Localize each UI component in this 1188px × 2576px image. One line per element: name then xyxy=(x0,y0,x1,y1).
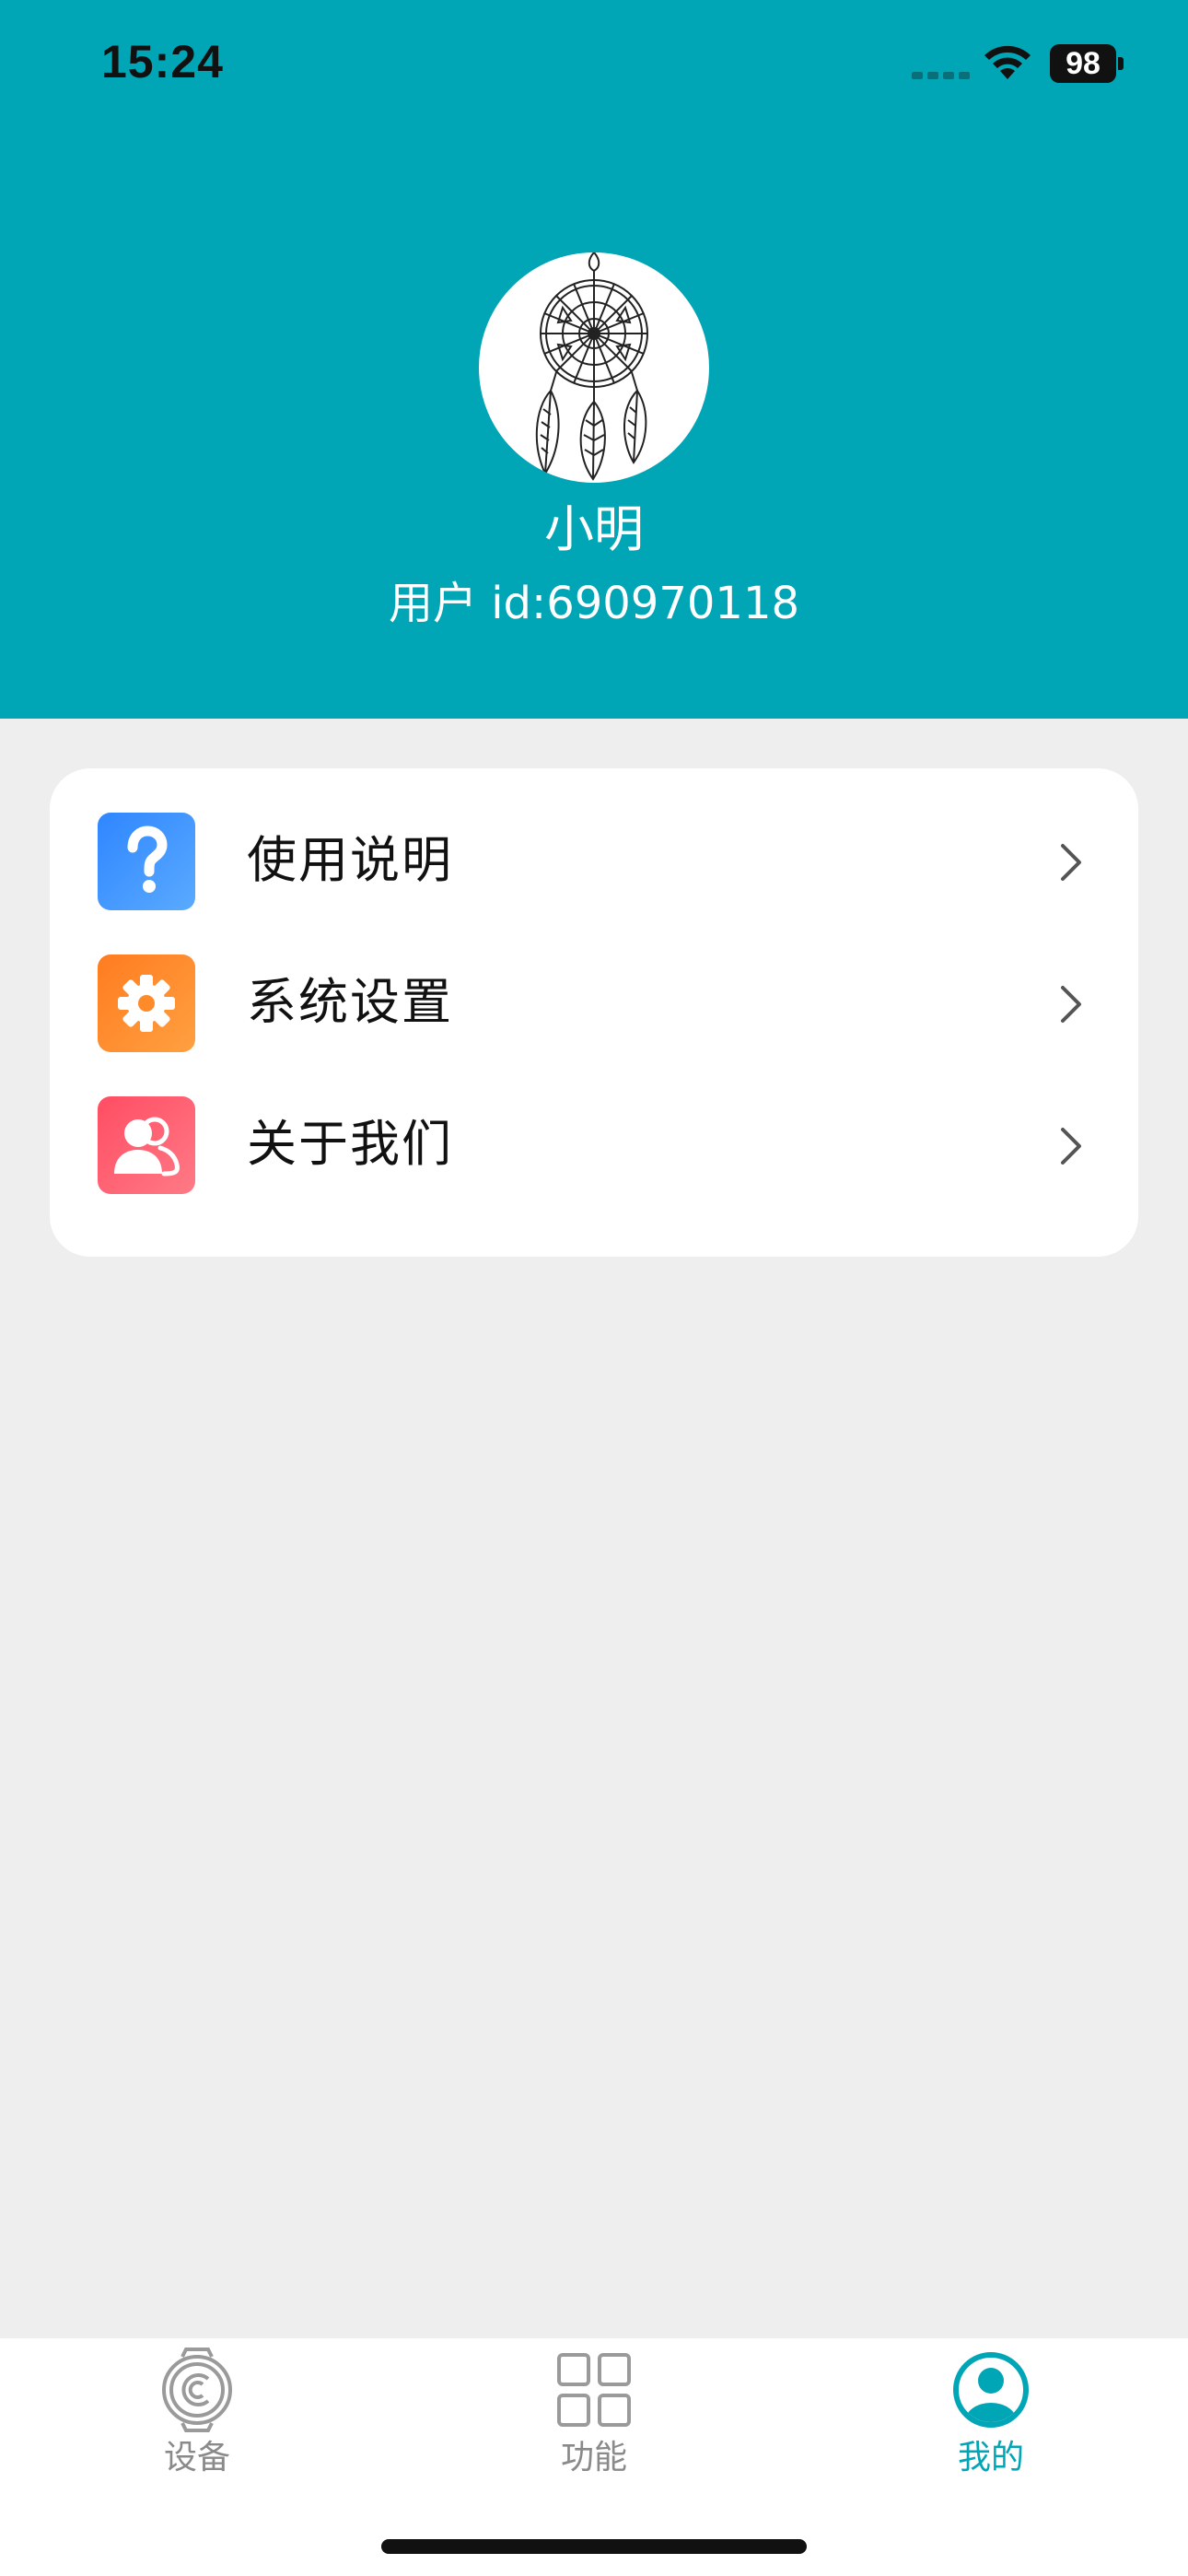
users-icon xyxy=(98,1096,195,1194)
battery-indicator: 98 xyxy=(1050,44,1124,83)
profile-screen: 15:24 98 小明 用户 id:690970118 使用说明 系统设置 关于… xyxy=(0,0,1188,2576)
user-id-value: 690970118 xyxy=(546,578,800,629)
battery-tip xyxy=(1118,57,1124,70)
watch-icon xyxy=(162,2348,232,2432)
tab-mine[interactable]: 我的 xyxy=(853,2338,1129,2504)
tab-label: 我的 xyxy=(957,2439,1024,2476)
menu-item-label: 使用说明 xyxy=(247,831,453,889)
menu-card: 使用说明 系统设置 关于我们 xyxy=(50,768,1138,1257)
user-name: 小明 xyxy=(544,500,644,558)
user-circle-icon xyxy=(953,2352,1029,2428)
cellular-signal-icon xyxy=(912,72,970,79)
menu-item-label: 关于我们 xyxy=(247,1115,453,1173)
gear-icon xyxy=(98,954,195,1052)
dreamcatcher-icon xyxy=(535,252,648,481)
home-indicator[interactable] xyxy=(381,2539,807,2554)
tab-label: 功能 xyxy=(560,2439,627,2476)
tab-device[interactable]: 设备 xyxy=(59,2338,335,2504)
user-id-prefix: 用户 id: xyxy=(388,578,547,629)
grid-icon xyxy=(557,2353,631,2427)
menu-item-settings[interactable]: 系统设置 xyxy=(50,932,1138,1072)
status-time: 15:24 xyxy=(101,36,224,88)
chevron-right-icon xyxy=(1061,1128,1081,1165)
battery-level: 98 xyxy=(1050,44,1116,83)
wifi-icon xyxy=(984,45,1031,79)
menu-item-instructions[interactable]: 使用说明 xyxy=(50,790,1138,931)
menu-item-about[interactable]: 关于我们 xyxy=(50,1074,1138,1214)
question-icon xyxy=(98,813,195,910)
chevron-right-icon xyxy=(1061,986,1081,1023)
menu-item-label: 系统设置 xyxy=(247,973,453,1031)
user-id: 用户 id:690970118 xyxy=(0,571,1188,636)
profile-header: 15:24 98 小明 用户 id:690970118 xyxy=(0,0,1188,719)
tab-label: 设备 xyxy=(163,2439,230,2476)
avatar[interactable] xyxy=(479,252,709,483)
tab-functions[interactable]: 功能 xyxy=(456,2338,732,2504)
chevron-right-icon xyxy=(1061,844,1081,881)
